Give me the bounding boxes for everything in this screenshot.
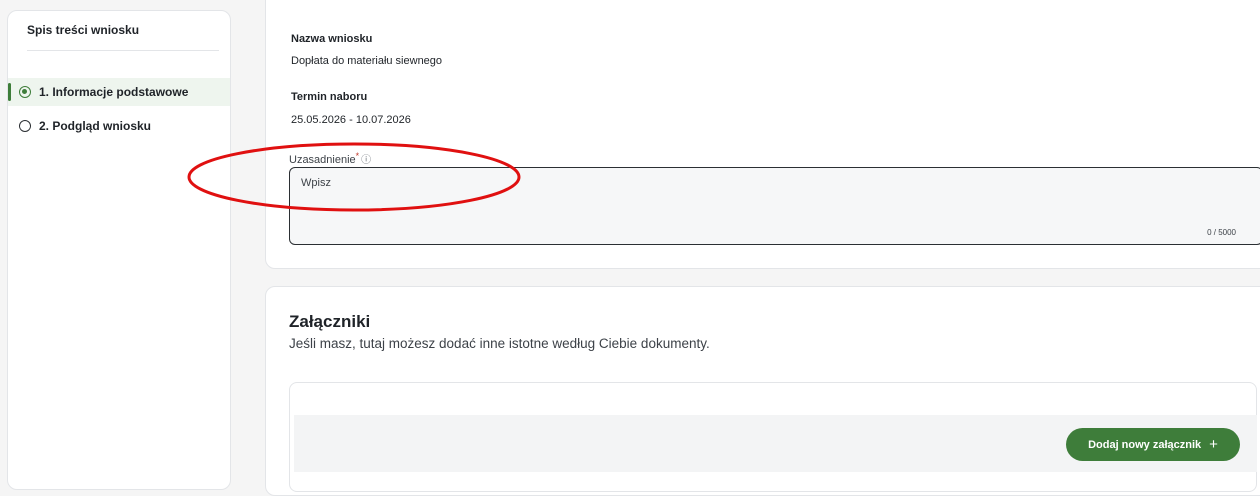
add-attachment-label: Dodaj nowy załącznik [1088, 438, 1202, 451]
radio-unchecked-icon [19, 120, 31, 132]
required-marker: * [355, 151, 360, 161]
sidebar-title: Spis treści wniosku [27, 23, 140, 37]
sidebar-item-preview[interactable]: 2. Podgląd wniosku [8, 112, 230, 140]
info-icon[interactable]: ⓘ [361, 155, 371, 166]
justification-textarea[interactable]: Wpisz 0 / 5000 [289, 167, 1260, 245]
sidebar-divider [27, 50, 219, 51]
plus-icon: + [1209, 436, 1218, 453]
justification-placeholder: Wpisz [301, 177, 331, 189]
sidebar-item-label: 1. Informacje podstawowe [39, 85, 189, 99]
radio-checked-icon [19, 86, 31, 98]
recruitment-term-value: 25.05.2026 - 10.07.2026 [291, 114, 411, 126]
justification-label: Uzasadnienie* ⓘ [289, 151, 372, 166]
attachments-title: Załączniki [289, 312, 371, 331]
recruitment-term-label: Termin naboru [291, 91, 368, 103]
active-indicator [8, 83, 11, 101]
attachments-subtitle: Jeśli masz, tutaj możesz dodać inne isto… [289, 336, 710, 351]
sidebar-item-basic-info[interactable]: 1. Informacje podstawowe [8, 78, 230, 106]
add-attachment-button[interactable]: Dodaj nowy załącznik + [1066, 428, 1240, 461]
application-name-label: Nazwa wniosku [291, 33, 373, 45]
application-name-value: Dopłata do materiału siewnego [291, 55, 443, 67]
character-counter: 0 / 5000 [1207, 228, 1236, 237]
sidebar-item-label: 2. Podgląd wniosku [39, 119, 152, 133]
